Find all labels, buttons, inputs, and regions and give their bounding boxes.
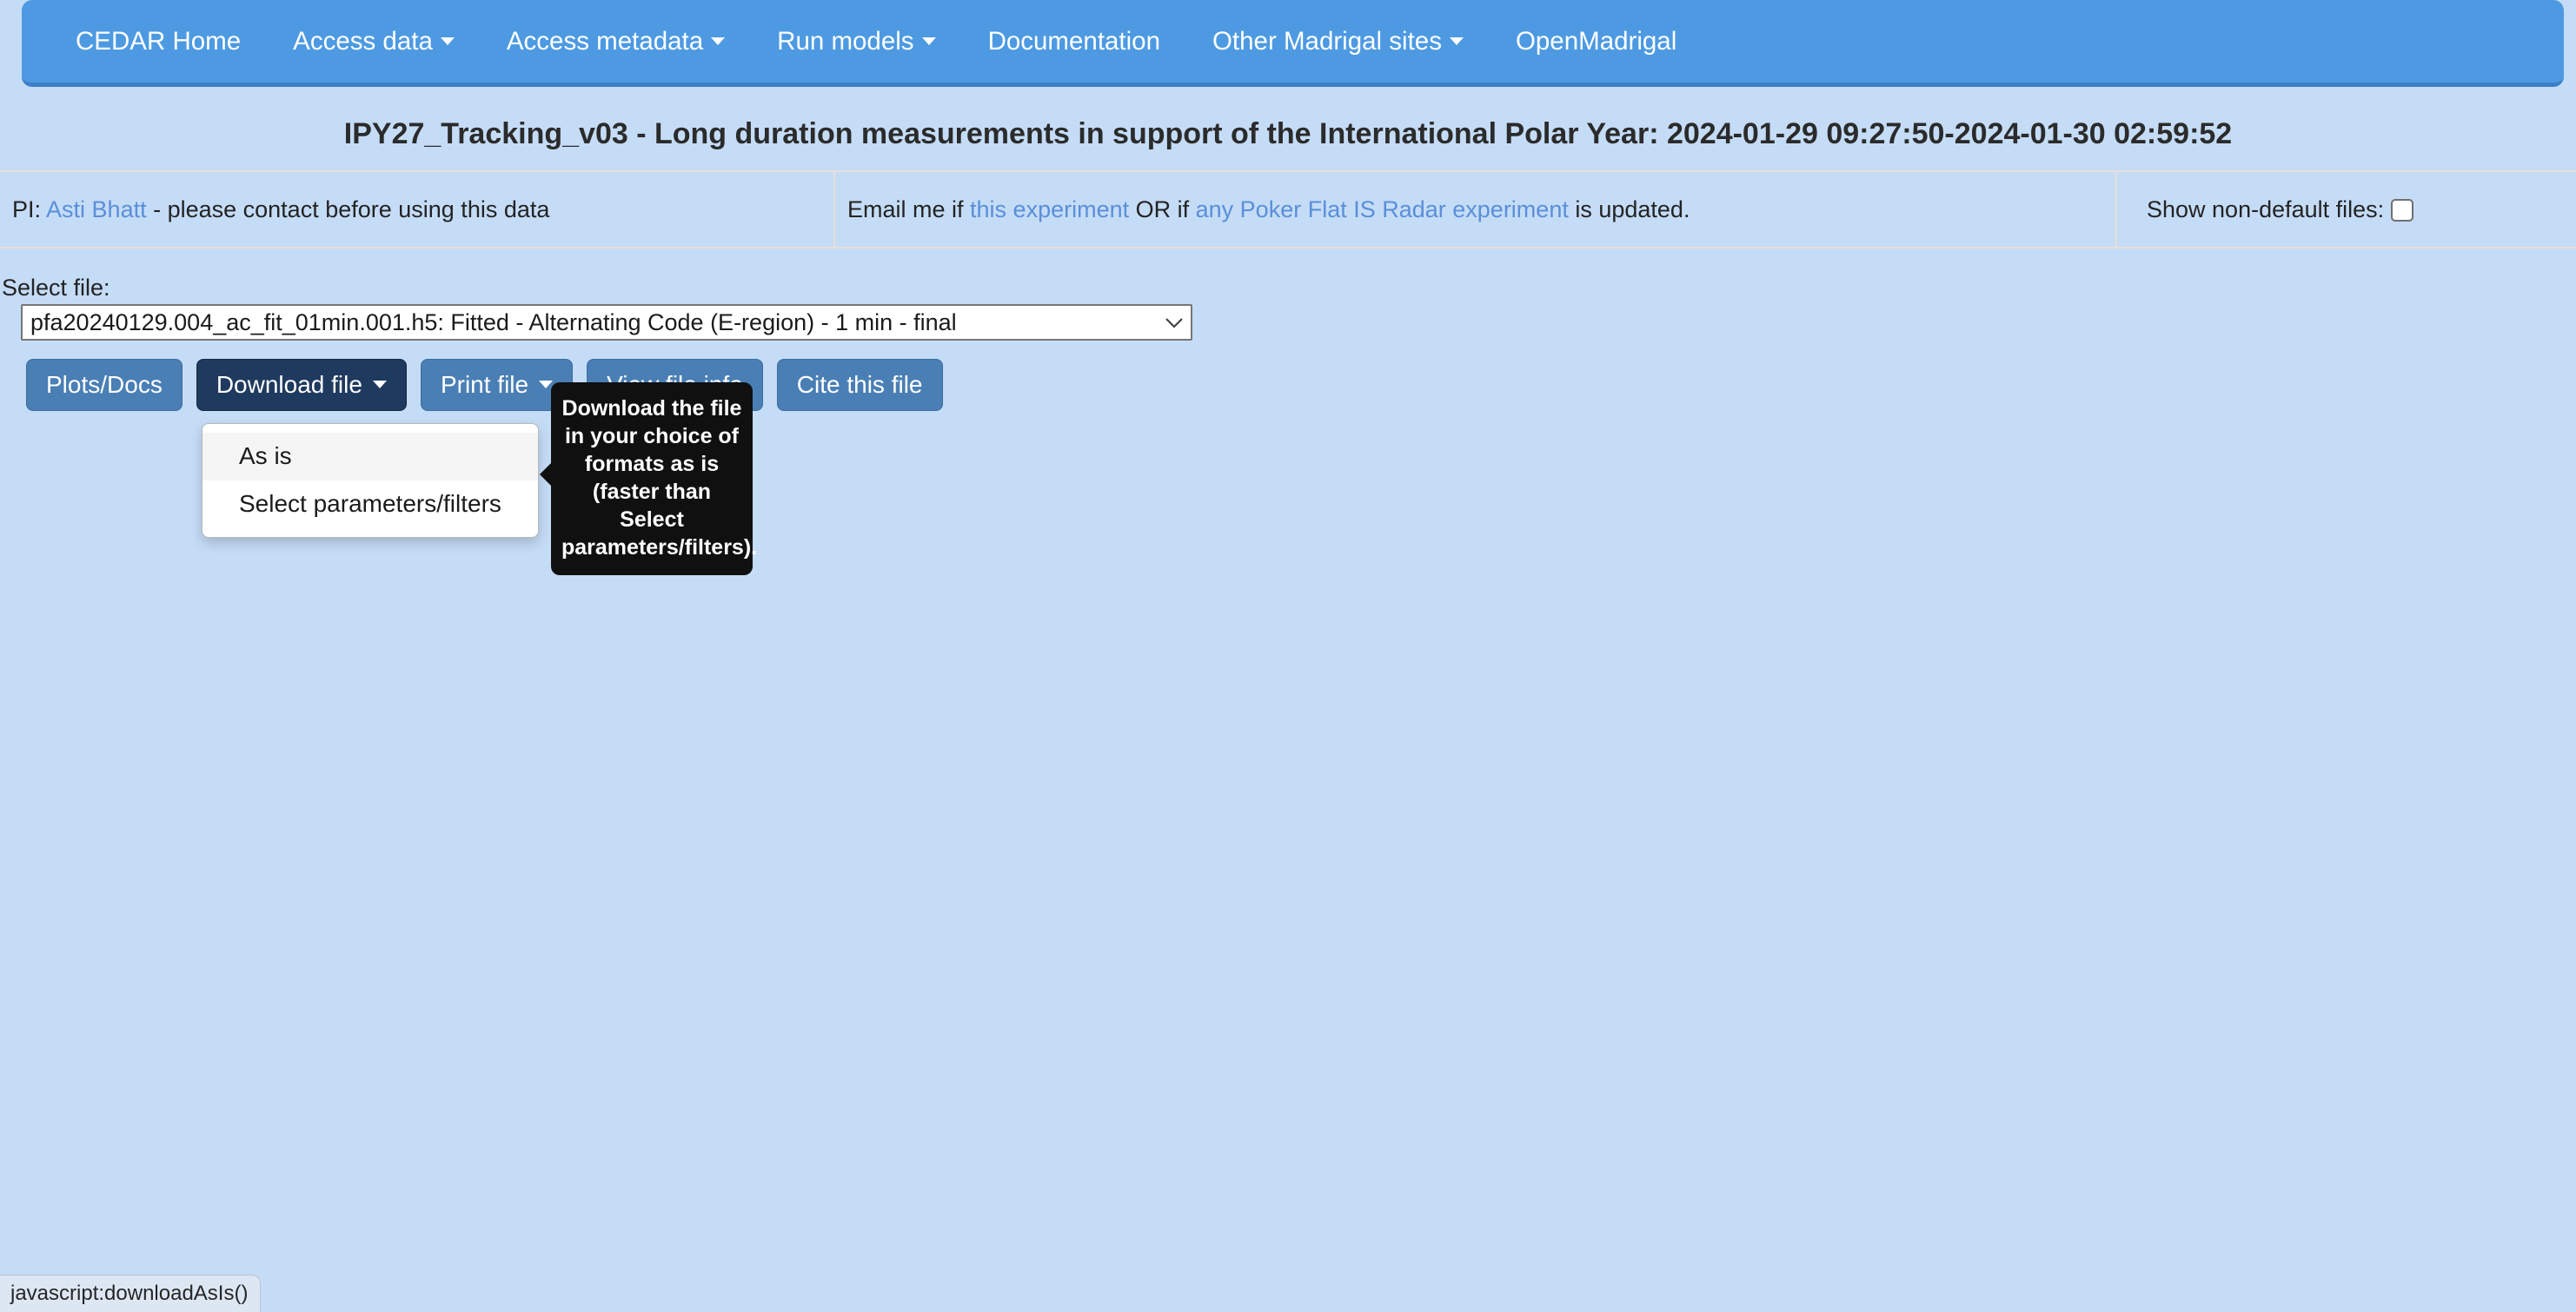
nav-item-other-madrigal-sites[interactable]: Other Madrigal sites: [1212, 29, 1464, 55]
select-file-label: Select file:: [2, 275, 110, 301]
pi-cell: PI: Asti Bhatt - please contact before u…: [0, 170, 835, 248]
button-label: Plots/Docs: [46, 370, 163, 398]
nav-item-access-data[interactable]: Access data: [293, 29, 455, 55]
tooltip-arrow-icon: [540, 462, 552, 487]
caret-down-icon: [440, 37, 455, 45]
select-file-dropdown[interactable]: pfa20240129.004_ac_fit_01min.001.h5: Fit…: [21, 304, 1192, 341]
nav-item-label: CEDAR Home: [76, 26, 242, 56]
nav-item-label: Documentation: [987, 26, 1160, 56]
dropdown-item-label: Select parameters/filters: [239, 489, 501, 517]
nav-item-openmadrigal[interactable]: OpenMadrigal: [1516, 29, 1676, 55]
this-experiment-link[interactable]: this experiment: [970, 196, 1129, 222]
nav-item-access-metadata[interactable]: Access metadata: [506, 26, 726, 56]
cite-this-file-button[interactable]: Cite this file: [776, 359, 943, 411]
download-as-is-tooltip: Download the file in your choice of form…: [540, 382, 757, 575]
pi-suffix-label: - please contact before using this data: [146, 195, 550, 222]
button-label: Cite this file: [796, 370, 923, 398]
caret-down-icon: [1449, 37, 1464, 45]
nav-item-label: Access data: [293, 26, 433, 56]
download-file-button[interactable]: Download file: [196, 359, 407, 411]
nav-item-label: Access metadata: [506, 26, 704, 56]
pi-prefix-label: PI:: [12, 195, 42, 222]
button-label: Print file: [440, 370, 529, 398]
any-poker-flat-experiment-link[interactable]: any Poker Flat IS Radar experiment: [1196, 196, 1569, 222]
experiment-info-table: PI: Asti Bhatt - please contact before u…: [0, 170, 2576, 248]
tooltip-text: Download the file in your choice of form…: [561, 396, 758, 560]
email-suffix-label: is updated.: [1568, 195, 1690, 222]
caret-down-icon: [372, 381, 387, 388]
file-action-toolbar: Plots/Docs Download file Print file View…: [26, 359, 943, 411]
pi-name-link[interactable]: Asti Bhatt: [46, 196, 147, 222]
browser-status-bar: javascript:downloadAsIs(): [0, 1275, 262, 1312]
plots-docs-button[interactable]: Plots/Docs: [26, 359, 183, 411]
download-file-dropdown-menu: As is Select parameters/filters: [202, 423, 539, 538]
nav-item-label: Run models: [777, 26, 914, 56]
nav-item-cedar-home[interactable]: CEDAR Home: [76, 29, 241, 55]
print-file-button[interactable]: Print file: [420, 359, 574, 411]
nav-item-label: Other Madrigal sites: [1212, 26, 1442, 56]
email-middle-label: OR if: [1129, 195, 1196, 222]
button-label: Download file: [216, 370, 362, 398]
caret-down-icon: [921, 37, 936, 45]
page-title: IPY27_Tracking_v03 - Long duration measu…: [343, 117, 2233, 150]
nav-item-run-models[interactable]: Run models: [777, 26, 936, 56]
nav-item-documentation[interactable]: Documentation: [988, 29, 1160, 55]
dropdown-item-select-parameters-filters[interactable]: Select parameters/filters: [202, 480, 538, 528]
dropdown-item-as-is[interactable]: As is: [202, 433, 538, 480]
show-nondefault-label: Show non-default files:: [2147, 195, 2385, 222]
dropdown-item-label: As is: [239, 442, 292, 469]
table-row: PI: Asti Bhatt - please contact before u…: [0, 170, 2576, 248]
nav-item-label: OpenMadrigal: [1515, 26, 1677, 56]
email-prefix-label: Email me if: [847, 195, 971, 222]
show-nondefault-checkbox[interactable]: [2391, 198, 2414, 222]
main-navbar: CEDAR Home Access data Access metadata R…: [22, 0, 2564, 87]
email-notification-cell: Email me if this experiment OR if any Po…: [833, 170, 2117, 248]
show-nondefault-cell: Show non-default files:: [2115, 170, 2576, 248]
caret-down-icon: [711, 37, 726, 45]
